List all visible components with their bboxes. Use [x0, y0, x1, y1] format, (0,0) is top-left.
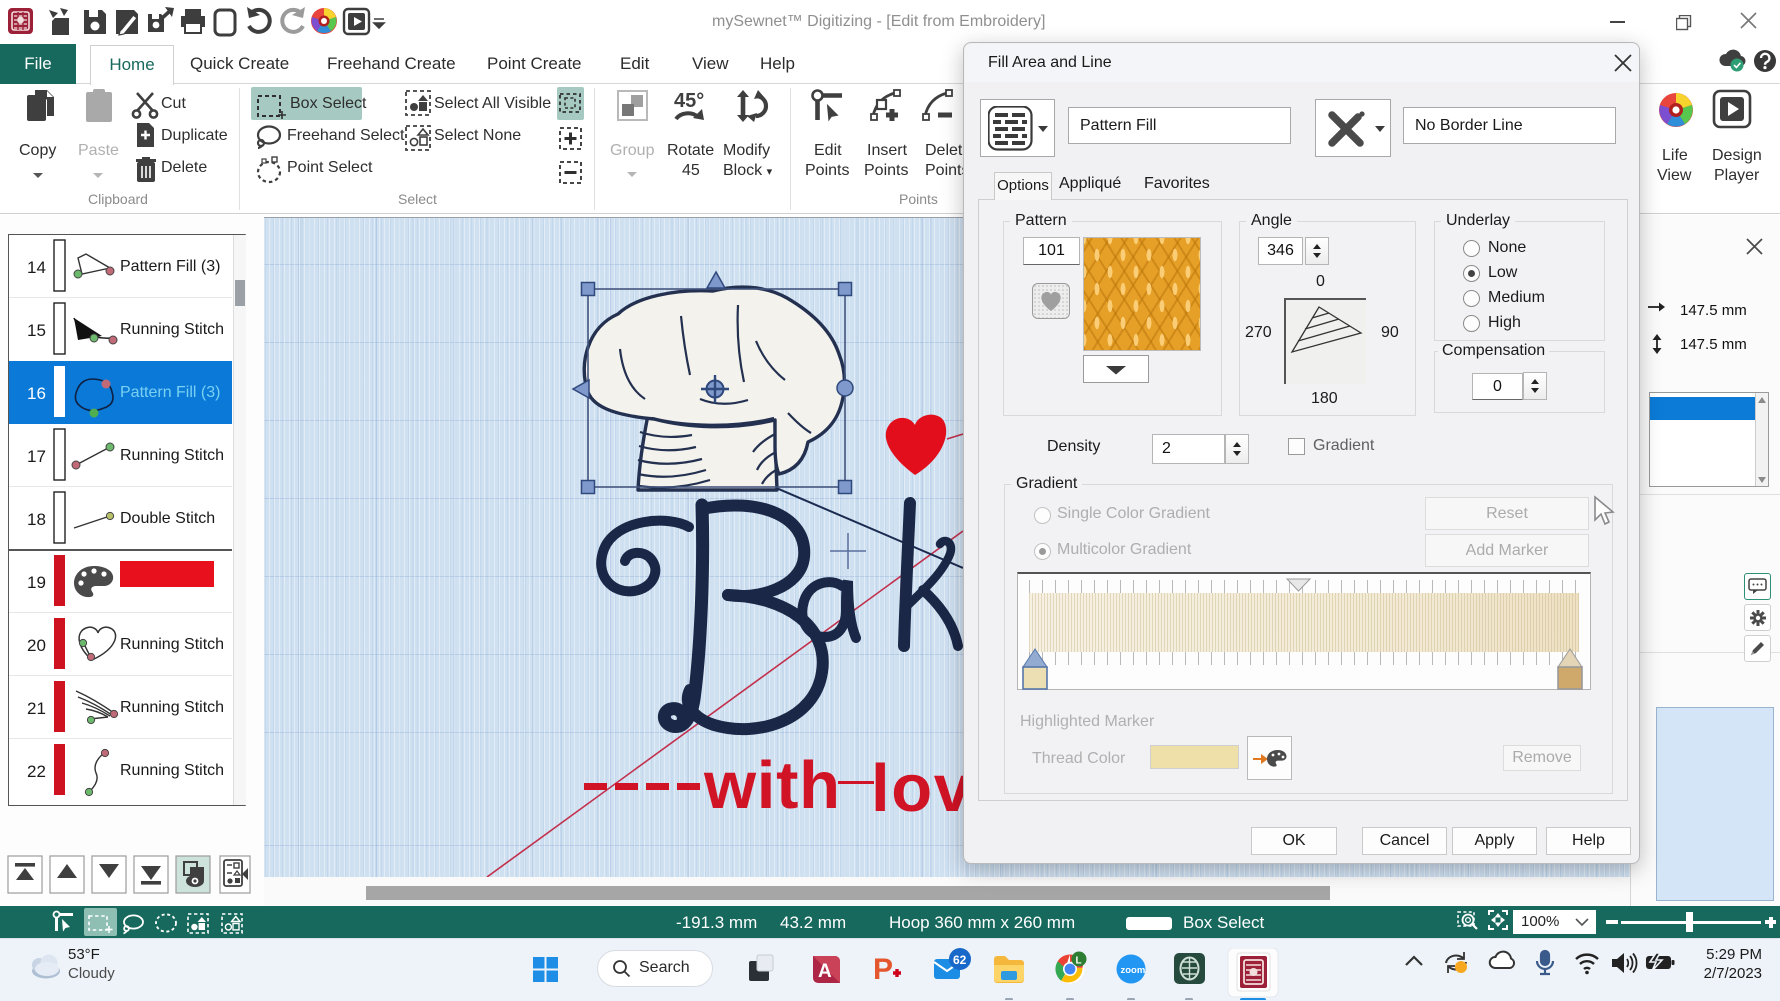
svg-text:zoom: zoom — [1121, 965, 1146, 976]
svg-text:P: P — [873, 953, 893, 986]
svg-text:A: A — [818, 961, 832, 982]
svg-text:L: L — [1076, 956, 1082, 967]
svg-text:lov: lov — [871, 751, 963, 826]
svg-text:with: with — [703, 748, 840, 823]
svg-text:62: 62 — [953, 953, 967, 967]
